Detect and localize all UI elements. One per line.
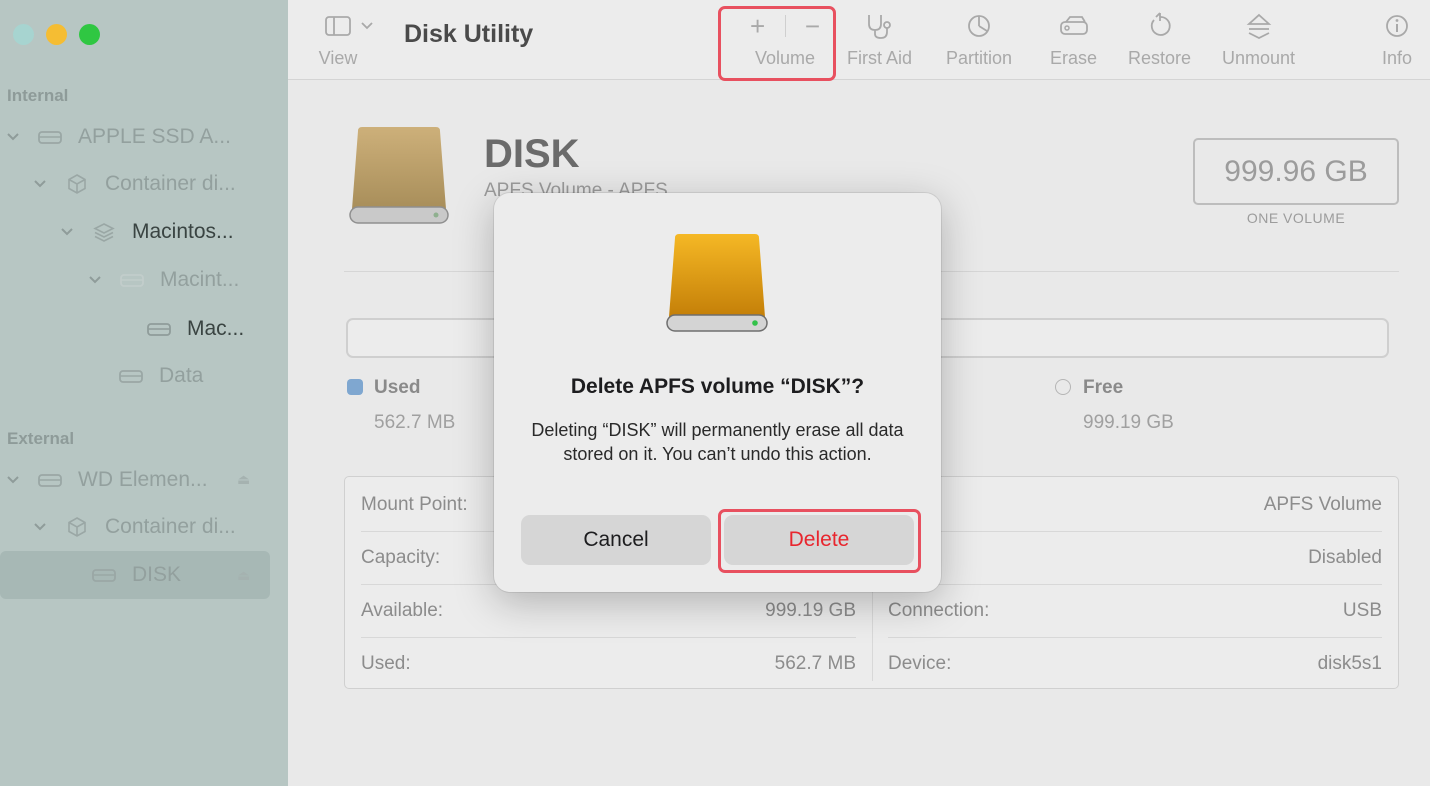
sidebar-item-macintosh-volume[interactable]: Macint...	[86, 256, 239, 304]
window-title: Disk Utility	[404, 20, 534, 48]
restore-button[interactable]: Restore	[1128, 10, 1191, 69]
cancel-button[interactable]: Cancel	[521, 515, 711, 565]
delete-highlight	[718, 509, 921, 573]
external-drive-icon	[665, 231, 769, 338]
sidebar-item-label: Data	[159, 364, 204, 387]
sidebar-item-label: APPLE SSD A...	[78, 125, 231, 148]
used-value: 562.7 MB	[374, 412, 456, 433]
disk-icon	[117, 364, 145, 388]
info-row-used: Used: 562.7 MB	[361, 652, 856, 674]
disk-icon	[118, 268, 146, 292]
free-label: Free	[1083, 377, 1124, 398]
free-swatch	[1055, 379, 1071, 395]
used-label: Used	[374, 377, 421, 398]
sidebar-item-label: Macintos...	[132, 220, 234, 243]
disk-icon	[90, 563, 118, 587]
close-window-button[interactable]	[13, 24, 34, 45]
sidebar-item-label: Macint...	[160, 268, 240, 291]
info-button[interactable]: Info	[1382, 10, 1412, 69]
view-button[interactable]: View	[319, 10, 376, 69]
free-value: 999.19 GB	[1083, 412, 1174, 433]
stethoscope-icon	[863, 10, 897, 42]
sidebar-item-apple-ssd[interactable]: APPLE SSD A...	[4, 113, 231, 161]
volume-name: DISK	[484, 132, 580, 176]
sidebar-item-mac-snapshot[interactable]: Mac...	[145, 305, 244, 353]
layers-icon	[90, 220, 118, 244]
delete-volume-dialog: Delete APFS volume “DISK”? Deleting “DIS…	[494, 193, 941, 592]
dialog-message: Deleting “DISK” will permanently erase a…	[531, 420, 904, 464]
chevron-down-icon[interactable]	[58, 223, 76, 241]
capacity-label: ONE VOLUME	[1246, 210, 1346, 226]
volume-drive-icon	[348, 125, 450, 230]
container-icon	[63, 172, 91, 196]
used-swatch	[347, 379, 363, 395]
disk-icon	[145, 317, 173, 341]
volume-highlight	[718, 6, 836, 81]
disk-icon	[36, 125, 64, 149]
sidebar-item-macintosh-group[interactable]: Macintos...	[58, 208, 234, 256]
minimize-window-button[interactable]	[46, 24, 67, 45]
toolbar: View Disk Utility + − Volume First Aid P…	[288, 0, 1430, 81]
sidebar-item-label: Mac...	[187, 317, 245, 340]
sidebar-item-wd-elements[interactable]: WD Elemen...	[4, 456, 208, 504]
sidebar-toggle-icon	[324, 10, 376, 42]
chevron-down-icon[interactable]	[31, 175, 49, 193]
chevron-down-icon[interactable]	[86, 271, 104, 289]
info-row-type: APFS Volume	[1263, 493, 1382, 515]
sidebar-item-label: DISK	[132, 563, 182, 586]
first-aid-button[interactable]: First Aid	[847, 10, 912, 69]
container-icon	[63, 515, 91, 539]
chevron-down-icon[interactable]	[4, 128, 22, 146]
sidebar-item-label: Container di...	[105, 172, 236, 195]
info-row-owners: rs:Disabled	[888, 546, 1382, 568]
eject-icon[interactable]: ⏏	[237, 567, 250, 584]
sidebar-item-container-external[interactable]: Container di...	[31, 503, 236, 551]
chevron-down-icon[interactable]	[31, 518, 49, 536]
pie-chart-icon	[965, 10, 993, 42]
info-row-device: Device: disk5s1	[888, 652, 1382, 674]
partition-button[interactable]: Partition	[946, 10, 1012, 69]
eject-icon[interactable]: ⏏	[237, 471, 250, 488]
sidebar-section-external: External	[7, 429, 75, 448]
disk-icon	[36, 468, 64, 492]
window-controls	[13, 24, 100, 45]
chevron-down-icon[interactable]	[4, 471, 22, 489]
sidebar: Internal APPLE SSD A... Container di... …	[0, 0, 288, 786]
sidebar-item-label: Container di...	[105, 515, 236, 538]
sidebar-item-disk-selected[interactable]: DISK	[0, 551, 270, 599]
unmount-button[interactable]: Unmount	[1222, 10, 1295, 69]
erase-button[interactable]: Erase	[1050, 10, 1097, 69]
sidebar-item-label: WD Elemen...	[78, 468, 208, 491]
dialog-title: Delete APFS volume “DISK”?	[570, 375, 865, 398]
unmount-icon	[1245, 10, 1273, 42]
zoom-window-button[interactable]	[79, 24, 100, 45]
info-row-connection: Connection: USB	[888, 599, 1382, 621]
sidebar-item-data[interactable]: Data	[117, 352, 203, 400]
sidebar-item-container-internal[interactable]: Container di...	[31, 160, 236, 208]
erase-icon	[1058, 10, 1090, 42]
info-icon	[1383, 10, 1411, 42]
sidebar-section-internal: Internal	[7, 86, 69, 105]
restore-icon	[1146, 10, 1174, 42]
capacity-display: 999.96 GB	[1193, 138, 1399, 205]
